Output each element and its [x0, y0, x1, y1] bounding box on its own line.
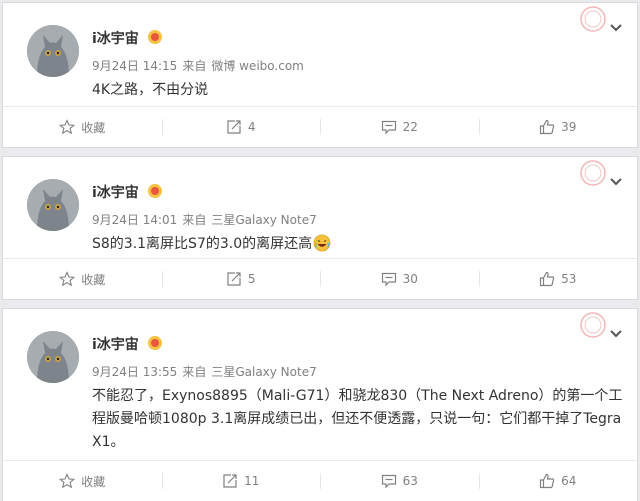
avatar[interactable]: [27, 25, 79, 77]
post-time[interactable]: 9月24日 13:55: [92, 365, 177, 379]
vip-badge-icon: [148, 336, 162, 350]
post-time[interactable]: 9月24日 14:01: [92, 213, 177, 227]
post-meta: 9月24日 14:01 来自 三星Galaxy Note7: [92, 211, 322, 228]
comment-count: 30: [402, 272, 418, 286]
post-actions: 收藏 5 30 53: [3, 258, 637, 299]
repost-icon: [223, 474, 237, 488]
avatar[interactable]: [27, 179, 79, 231]
like-count: 64: [561, 474, 577, 488]
post-actions: 收藏 4 22 39: [3, 106, 637, 147]
comment-count: 22: [402, 120, 418, 134]
star-icon: [59, 271, 76, 287]
chevron-down-icon[interactable]: [609, 329, 623, 339]
username[interactable]: i冰宇宙: [92, 334, 139, 354]
post-via: 来自: [182, 59, 207, 73]
comment-icon: [381, 272, 396, 287]
favorite-label: 收藏: [81, 120, 106, 135]
stamp-icon: [580, 312, 606, 338]
thumbs-up-icon: [540, 271, 555, 287]
comment-count: 63: [402, 474, 418, 488]
stamp-icon: [580, 6, 606, 32]
repost-icon: [227, 120, 241, 134]
vip-badge-icon: [148, 184, 162, 198]
weibo-post-card: i冰宇宙 9月24日 13:55 来自 三星Galaxy Note7 不能忍了，Ex…: [2, 308, 638, 501]
thumbs-up-icon: [540, 119, 555, 135]
username[interactable]: i冰宇宙: [92, 182, 139, 202]
favorite-label: 收藏: [81, 272, 106, 287]
comment-icon: [381, 120, 396, 135]
repost-count: 11: [244, 474, 260, 488]
post-source[interactable]: 三星Galaxy Note7: [211, 365, 316, 379]
star-icon: [59, 473, 76, 489]
post-text: 4K之路，不由分说: [92, 82, 209, 98]
repost-icon: [227, 272, 241, 286]
comment-button[interactable]: 63: [320, 461, 479, 501]
post-meta: 9月24日 13:55 来自 三星Galaxy Note7: [92, 363, 322, 380]
favorite-label: 收藏: [81, 474, 106, 489]
vip-badge-icon: [148, 30, 162, 44]
repost-button[interactable]: 4: [161, 107, 321, 147]
post-text: 不能忍了，Exynos8895（Mali-G71）和骁龙830（The Next…: [92, 388, 623, 450]
post-via: 来自: [182, 365, 207, 379]
repost-button[interactable]: 11: [161, 461, 321, 501]
repost-count: 4: [247, 120, 256, 134]
like-count: 53: [561, 272, 577, 286]
post-text: S8的3.1离屏比S7的3.0的离屏还高: [92, 233, 632, 256]
weibo-post-card: i冰宇宙 9月24日 14:01 来自 三星Galaxy Note7 S8的3.1离…: [2, 156, 638, 300]
comment-button[interactable]: 30: [320, 259, 479, 299]
favorite-button[interactable]: 收藏: [3, 461, 162, 501]
like-button[interactable]: 39: [478, 107, 638, 147]
thumbs-up-icon: [540, 473, 555, 489]
star-icon: [59, 119, 76, 135]
like-button[interactable]: 64: [478, 461, 638, 501]
favorite-button[interactable]: 收藏: [3, 259, 162, 299]
post-meta: 9月24日 14:15 来自 微博 weibo.com: [92, 57, 309, 74]
laughing-emoji-icon: [313, 234, 331, 252]
post-source[interactable]: 三星Galaxy Note7: [211, 213, 316, 227]
avatar[interactable]: [27, 331, 79, 383]
username[interactable]: i冰宇宙: [92, 28, 139, 48]
repost-count: 5: [247, 272, 256, 286]
chevron-down-icon[interactable]: [609, 23, 623, 33]
favorite-button[interactable]: 收藏: [3, 107, 162, 147]
repost-button[interactable]: 5: [161, 259, 321, 299]
like-count: 39: [561, 120, 577, 134]
weibo-post-card: i冰宇宙 9月24日 14:15 来自 微博 weibo.com 4K之路，不由分说…: [2, 2, 638, 148]
comment-icon: [381, 474, 396, 489]
post-actions: 收藏 11 63 64: [3, 460, 637, 501]
post-via: 来自: [182, 213, 207, 227]
chevron-down-icon[interactable]: [609, 177, 623, 187]
stamp-icon: [580, 160, 606, 186]
comment-button[interactable]: 22: [320, 107, 479, 147]
like-button[interactable]: 53: [478, 259, 638, 299]
post-text-content: S8的3.1离屏比S7的3.0的离屏还高: [92, 236, 313, 252]
post-time[interactable]: 9月24日 14:15: [92, 59, 177, 73]
post-source[interactable]: 微博 weibo.com: [211, 59, 304, 73]
